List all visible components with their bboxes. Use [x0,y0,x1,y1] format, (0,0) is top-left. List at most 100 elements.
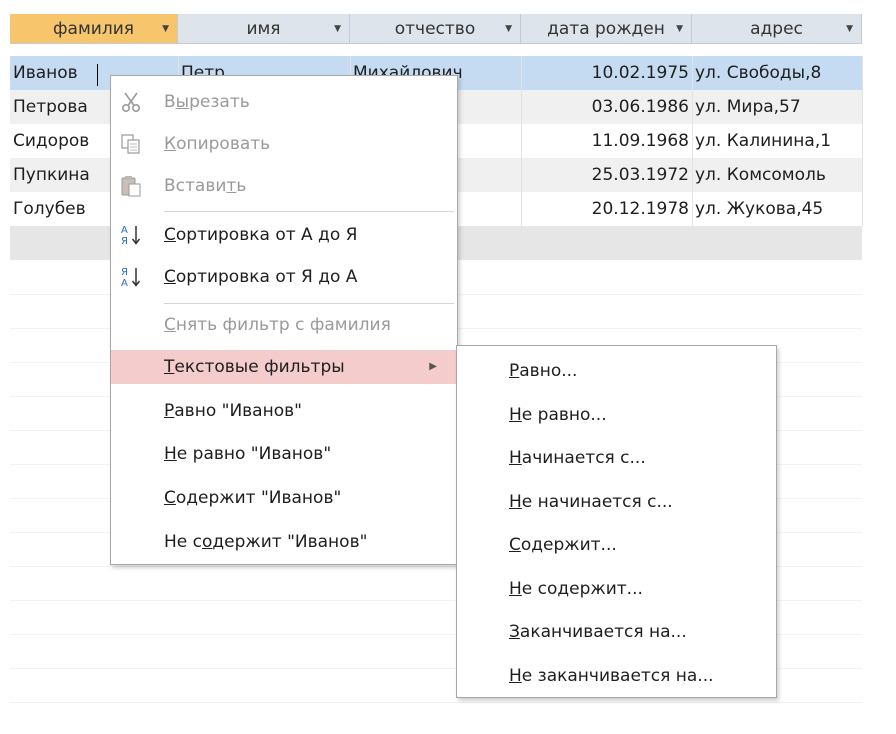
label-text: е начинается с... [521,491,673,512]
column-gridline [862,56,863,226]
column-header-firstname[interactable]: имя ▼ [178,14,350,44]
cell-address[interactable]: ул. Комсомоль [692,158,862,192]
menu-item-clear-filter[interactable]: Снять фильтр с фамилия [111,308,457,342]
svg-text:А: А [121,278,128,289]
submenu-item-not-begins-with[interactable]: Не начинается с... [457,485,776,519]
label-text: опировать [176,134,271,154]
menu-item-label: Вставить [164,169,246,203]
menu-item-not-equals-ivanov[interactable]: Не равно "Иванов" [111,437,457,471]
menu-item-label: Не равно "Иванов" [164,437,331,471]
submenu-item-contains[interactable]: Содержит... [457,528,776,562]
menu-item-text-filters[interactable]: Текстовые фильтры ▶ [111,350,457,384]
menu-item-copy[interactable]: Копировать [111,127,457,161]
label-text: одержит... [520,535,617,555]
cell-address[interactable]: ул. Мира,57 [692,90,862,124]
label-text: Не с [164,532,202,552]
submenu-item-label: Заканчивается на... [509,615,687,649]
label-text: аканчивается на... [519,622,687,642]
menu-separator [164,303,454,304]
submenu-item-equals[interactable]: Равно... [457,354,776,388]
svg-text:Я: Я [121,267,128,278]
access-key: Н [509,448,522,468]
column-header-lastname[interactable]: фамилия ▼ [10,14,178,44]
menu-item-label: Текстовые фильтры [164,350,345,384]
menu-item-sort-ascending[interactable]: А Я Сортировка от А до Я [111,218,457,252]
column-header-label: адрес [750,19,803,39]
column-header-label: имя [246,19,281,39]
menu-item-label: Сортировка от Я до А [164,260,357,294]
dropdown-arrow-icon[interactable]: ▼ [676,14,683,43]
menu-item-label: Не содержит "Иванов" [164,525,367,559]
label-text: Встави [164,176,227,196]
label-text: держит "Иванов" [212,532,368,552]
menu-item-paste[interactable]: Вставить [111,169,457,203]
cell-birthdate[interactable]: 25.03.1972 [521,158,692,192]
submenu-item-label: Равно... [509,354,577,388]
cell-address[interactable]: ул. Свободы,8 [692,56,862,90]
dropdown-arrow-icon[interactable]: ▼ [162,14,169,43]
label-text: е равно "Иванов" [176,444,332,464]
menu-item-label: Вырезать [164,85,250,119]
menu-item-label: Сортировка от А до Я [164,218,357,252]
label-text: е равно... [521,404,607,425]
access-key: Н [509,665,522,686]
menu-item-label: Снять фильтр с фамилия [164,308,391,342]
access-key: С [164,267,176,287]
sort-descending-icon: ЯА [119,260,143,294]
column-header-label: фамилия [53,19,134,39]
dropdown-arrow-icon[interactable]: ▼ [846,14,853,43]
column-header-birthdate[interactable]: дата рожден ▼ [521,14,692,44]
label-text: ачинается с... [521,448,646,468]
paste-icon [119,169,143,203]
submenu-item-ends-with[interactable]: Заканчивается на... [457,615,776,649]
cell-address[interactable]: ул. Калинина,1 [692,124,862,158]
menu-item-label: Копировать [164,127,270,161]
label-text: екстовые фильтры [174,357,345,377]
label-text: одержит "Иванов" [175,488,342,508]
cell-birthdate[interactable]: 11.09.1968 [521,124,692,158]
submenu-item-not-equals[interactable]: Не равно... [457,398,776,432]
menu-item-sort-descending[interactable]: Я А Сортировка от Я до А [111,260,457,294]
menu-item-not-contains-ivanov[interactable]: Не содержит "Иванов" [111,525,457,559]
label-text: е заканчивается на... [521,665,714,686]
submenu-item-begins-with[interactable]: Начинается с... [457,441,776,475]
submenu-item-not-contains[interactable]: Не содержит... [457,572,776,606]
access-key: Н [509,578,522,599]
access-key: К [164,134,177,154]
access-key: Т [164,357,175,377]
copy-icon [119,127,143,161]
submenu-item-not-ends-with[interactable]: Не заканчивается на... [457,659,776,693]
dropdown-arrow-icon[interactable]: ▼ [505,14,512,43]
menu-item-label: Равно "Иванов" [164,394,302,428]
submenu-item-label: Не равно... [509,398,607,432]
sort-ascending-icon: АЯ [119,218,143,252]
svg-text:Я: Я [121,236,128,247]
submenu-item-label: Содержит... [509,528,617,562]
svg-text:А: А [121,225,128,236]
menu-item-cut[interactable]: Вырезать [111,85,457,119]
access-key: Н [509,404,522,425]
cell-birthdate[interactable]: 10.02.1975 [521,56,692,90]
submenu-item-label: Не содержит... [509,572,643,606]
label-text: авно "Иванов" [174,401,302,421]
column-header-address[interactable]: адрес ▼ [692,14,862,44]
access-key: С [509,535,521,555]
cell-birthdate[interactable]: 20.12.1978 [521,192,692,226]
column-gridline [521,56,522,226]
submenu-item-label: Начинается с... [509,441,646,475]
cell-birthdate[interactable]: 03.06.1986 [521,90,692,124]
dropdown-arrow-icon[interactable]: ▼ [334,14,341,43]
access-key: Н [164,444,177,464]
column-header-patronymic[interactable]: отчество ▼ [350,14,521,44]
label-text: В [164,92,176,112]
access-key: С [164,488,176,508]
submenu-item-label: Не начинается с... [509,485,673,519]
menu-item-equals-ivanov[interactable]: Равно "Иванов" [111,394,457,428]
access-key: ы [175,92,190,112]
text-filters-submenu: Равно... Не равно... Начинается с... Не нач… [456,345,777,698]
label-text: ортировка от А до Я [175,225,358,245]
cell-address[interactable]: ул. Жукова,45 [692,192,862,226]
label-text: авно... [519,361,578,381]
label-text: ь [236,176,247,196]
menu-item-contains-ivanov[interactable]: Содержит "Иванов" [111,481,457,515]
